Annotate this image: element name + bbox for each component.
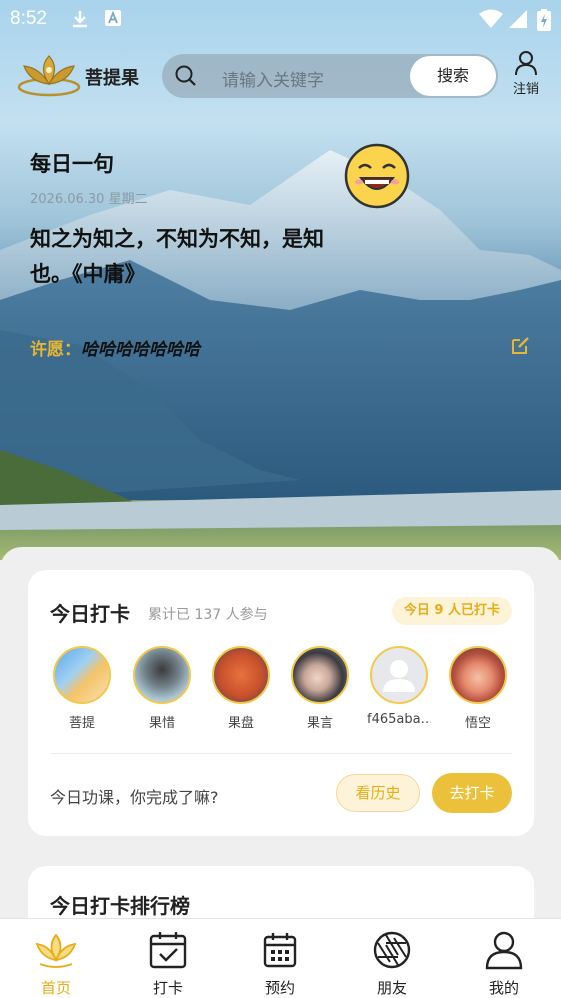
checkin-avatars: 菩提 果惜 果盘 果言 f465aba… 悟空 bbox=[50, 646, 520, 736]
search-input[interactable]: 请输入关键字 bbox=[222, 66, 324, 91]
search-button[interactable]: 搜索 bbox=[410, 56, 496, 96]
divider bbox=[50, 753, 512, 754]
wish-row: 许愿：哈哈哈哈哈哈哈 bbox=[30, 335, 200, 360]
checkin-user-name: f465aba… bbox=[367, 712, 431, 727]
calendar-check-icon bbox=[112, 925, 224, 975]
avatar bbox=[291, 646, 349, 704]
search-bar[interactable]: 请输入关键字 搜索 bbox=[162, 54, 498, 98]
checkin-user-name: 果惜 bbox=[148, 716, 175, 731]
checkin-user-name: 果盘 bbox=[227, 716, 254, 731]
checkin-user[interactable]: 果言 bbox=[288, 646, 352, 731]
battery-icon bbox=[537, 9, 551, 35]
checkin-user[interactable]: 果惜 bbox=[130, 646, 194, 731]
brand-name: 菩提果 bbox=[85, 68, 139, 89]
aperture-icon bbox=[336, 925, 448, 975]
nav-friends[interactable]: 朋友 bbox=[336, 925, 448, 998]
checkin-user-name: 果言 bbox=[306, 716, 333, 731]
edit-icon[interactable] bbox=[511, 335, 531, 359]
nav-checkin[interactable]: 打卡 bbox=[112, 925, 224, 998]
avatar bbox=[370, 646, 428, 704]
daily-date: 2026.06.30 星期二 bbox=[30, 192, 148, 207]
nav-mine-label: 我的 bbox=[488, 979, 519, 997]
app-header: 菩提果 请输入关键字 搜索 注销 bbox=[0, 50, 561, 104]
wish-text: 哈哈哈哈哈哈哈 bbox=[81, 340, 200, 360]
view-history-button[interactable]: 看历史 bbox=[336, 774, 420, 812]
nav-checkin-label: 打卡 bbox=[152, 979, 183, 997]
checkin-user[interactable]: f465aba… bbox=[367, 646, 431, 727]
nav-booking[interactable]: 预约 bbox=[224, 925, 336, 998]
status-time: 8:52 bbox=[10, 8, 47, 29]
checkin-card: 今日打卡 累计已 137 人参与 今日 9 人已打卡 菩提 果惜 果盘 果言 f… bbox=[28, 570, 534, 836]
nav-home[interactable]: 首页 bbox=[0, 925, 112, 998]
avatar bbox=[449, 646, 507, 704]
status-bar: 8:52 bbox=[0, 0, 561, 38]
checkin-today-badge: 今日 9 人已打卡 bbox=[391, 597, 512, 625]
checkin-prompt: 今日功课，你完成了嘛? bbox=[50, 788, 219, 807]
app-notification-icon bbox=[104, 9, 122, 31]
calendar-icon bbox=[224, 925, 336, 975]
checkin-user[interactable]: 悟空 bbox=[446, 646, 510, 731]
avatar bbox=[133, 646, 191, 704]
checkin-user-name: 菩提 bbox=[68, 716, 95, 731]
lotus-logo bbox=[16, 52, 82, 98]
checkin-user-name: 悟空 bbox=[464, 716, 491, 731]
checkin-user[interactable]: 果盘 bbox=[209, 646, 273, 731]
nav-booking-label: 预约 bbox=[264, 979, 295, 997]
lotus-icon bbox=[0, 925, 112, 975]
logout-button[interactable]: 注销 bbox=[508, 50, 544, 97]
checkin-participants: 累计已 137 人参与 bbox=[148, 607, 268, 623]
checkin-title: 今日打卡 bbox=[50, 602, 130, 626]
wifi-icon bbox=[479, 9, 503, 33]
ranking-title: 今日打卡排行榜 bbox=[50, 894, 190, 918]
nav-friends-label: 朋友 bbox=[376, 979, 407, 997]
bottom-nav: 首页 打卡 预约 朋友 我的 bbox=[0, 918, 561, 998]
download-icon bbox=[70, 9, 90, 33]
daily-quote: 知之为知之，不知为不知，是知也。《中庸》 bbox=[30, 227, 324, 286]
nav-mine[interactable]: 我的 bbox=[448, 925, 560, 998]
grinning-face-icon bbox=[343, 142, 411, 214]
default-avatar-icon bbox=[383, 660, 415, 692]
search-icon bbox=[174, 64, 198, 92]
user-icon bbox=[448, 925, 560, 975]
logout-label: 注销 bbox=[512, 82, 539, 97]
avatar bbox=[53, 646, 111, 704]
nav-home-label: 首页 bbox=[40, 979, 71, 997]
daily-title: 每日一句 bbox=[30, 152, 114, 176]
wish-label: 许愿： bbox=[30, 340, 81, 360]
signal-icon bbox=[508, 9, 528, 33]
checkin-user[interactable]: 菩提 bbox=[50, 646, 114, 731]
go-checkin-button[interactable]: 去打卡 bbox=[432, 773, 512, 813]
avatar bbox=[212, 646, 270, 704]
